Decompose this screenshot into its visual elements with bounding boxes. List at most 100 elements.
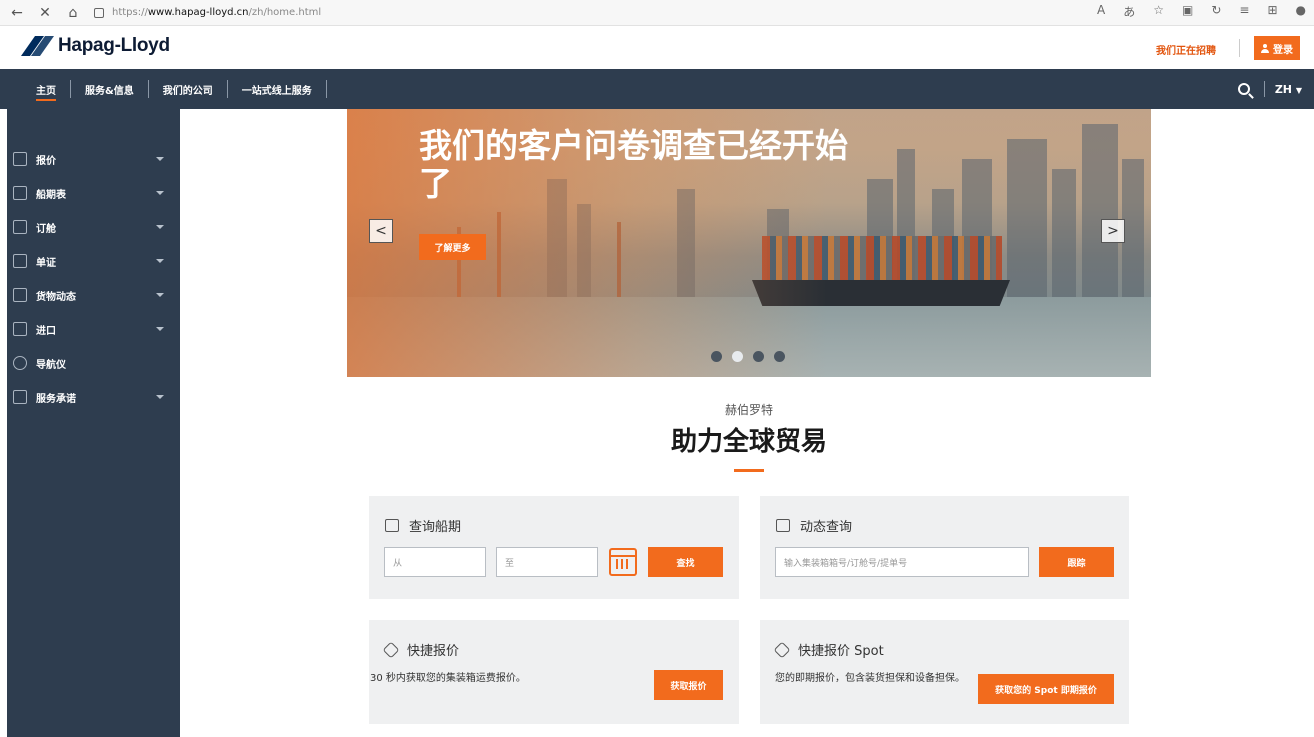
chevron-down-icon — [156, 157, 164, 161]
chevron-right-icon: > — [1107, 223, 1119, 239]
sidebar-item-documents[interactable]: 单证 — [7, 244, 180, 278]
hero-carousel[interactable]: 我们的客户问卷调查已经开始了 了解更多 < > — [347, 109, 1151, 377]
sidebar-item-label: 报价 — [36, 155, 56, 167]
card-title: 快捷报价 Spot — [773, 640, 884, 659]
chevron-down-icon — [156, 293, 164, 297]
carousel-dot[interactable] — [774, 351, 785, 362]
hero-learn-more-button[interactable]: 了解更多 — [419, 234, 486, 260]
chevron-down-icon — [156, 225, 164, 229]
nav-item-services[interactable]: 服务&信息 — [71, 82, 148, 97]
career-link[interactable]: 我们正在招聘 — [1156, 42, 1216, 57]
back-icon[interactable]: ← — [6, 2, 28, 24]
intro-subtitle: 赫伯罗特 — [724, 403, 773, 417]
read-aloud-icon[interactable]: A — [1097, 3, 1105, 20]
language-selector[interactable]: ZH ▼ — [1275, 83, 1302, 96]
skyline-building — [1122, 159, 1144, 299]
brand-logo[interactable]: Hapag-Lloyd — [20, 35, 170, 57]
chevron-down-icon: ▼ — [1295, 85, 1302, 95]
chevron-down-icon — [156, 259, 164, 263]
card-title-label: 快捷报价 — [407, 644, 460, 659]
sidebar-item-quote[interactable]: 报价 — [7, 142, 180, 176]
card-title: 查询船期 — [385, 516, 461, 535]
header-divider — [1239, 39, 1240, 57]
get-quote-button[interactable]: 获取报价 — [654, 670, 723, 700]
quick-quote-description: 30 秒内获取您的集装箱运费报价。 — [370, 673, 526, 684]
brand-name: Hapag-Lloyd — [58, 35, 170, 56]
favorite-icon[interactable]: ☆ — [1153, 3, 1164, 20]
card-title-label: 快捷报价 Spot — [798, 644, 884, 659]
nav-divider — [1263, 81, 1265, 97]
favorites-list-icon[interactable]: ≡ — [1239, 3, 1249, 20]
sidebar-item-label: 进口 — [36, 325, 56, 337]
site-header: Hapag-Lloyd 我们正在招聘 登录 — [0, 27, 1314, 69]
address-bar[interactable]: https://www.hapag-lloyd.cn/zh/home.html — [94, 7, 321, 18]
user-icon — [1261, 43, 1269, 53]
carousel-prev-button[interactable]: < — [369, 219, 393, 243]
carousel-dot[interactable] — [711, 351, 722, 362]
sidebar-item-service-promise[interactable]: 服务承诺 — [7, 380, 180, 414]
url-text[interactable]: https://www.hapag-lloyd.cn/zh/home.html — [112, 7, 321, 18]
sidebar-item-label: 导航仪 — [36, 359, 66, 371]
sidebar-item-schedule[interactable]: 船期表 — [7, 176, 180, 210]
schedule-find-button[interactable]: 查找 — [648, 547, 723, 577]
chevron-down-icon — [156, 395, 164, 399]
sidebar-item-label: 单证 — [36, 257, 56, 269]
carousel-indicators — [711, 351, 785, 362]
sidebar-item-tracking[interactable]: 货物动态 — [7, 278, 180, 312]
quick-quote-card: 快捷报价 30 秒内获取您的集装箱运费报价。 获取报价 — [369, 620, 739, 724]
sidebar-item-label: 船期表 — [36, 189, 66, 201]
service-icon — [13, 390, 27, 404]
tag-icon — [13, 152, 27, 166]
card-title-label: 动态查询 — [800, 520, 853, 535]
extension-icon[interactable]: ▣ — [1182, 3, 1193, 20]
refresh-icon[interactable]: ↻ — [1211, 3, 1221, 20]
card-title: 快捷报价 — [382, 640, 460, 659]
nav-item-home[interactable]: 主页 — [22, 82, 70, 101]
spot-quote-description: 您的即期报价，包含装货担保和设备担保。 — [775, 673, 965, 684]
sidebar-item-navigator[interactable]: 导航仪 — [7, 346, 180, 380]
calendar-icon — [385, 519, 399, 532]
tag-icon — [773, 641, 791, 658]
sidebar: 报价 船期表 订舱 单证 货物动态 进口 导航仪 服务承诺 — [7, 109, 180, 737]
tracking-input[interactable]: 输入集装箱箱号/订舱号/提单号 — [775, 547, 1029, 577]
compass-icon — [13, 356, 27, 370]
login-button[interactable]: 登录 — [1254, 36, 1300, 60]
nav-right-tools: ZH ▼ — [1237, 69, 1302, 109]
booking-icon — [13, 220, 27, 234]
carousel-dot-active[interactable] — [732, 351, 743, 362]
carousel-dot[interactable] — [753, 351, 764, 362]
carousel-next-button[interactable]: > — [1101, 219, 1125, 243]
sidebar-item-import[interactable]: 进口 — [7, 312, 180, 346]
hero-title: 我们的客户问卷调查已经开始了 — [419, 126, 848, 203]
schedule-to-input[interactable]: 至 — [496, 547, 598, 577]
profile-icon[interactable]: ● — [1296, 3, 1306, 20]
collections-icon[interactable]: ⊞ — [1267, 3, 1277, 20]
skyline-building — [1052, 169, 1076, 299]
schedule-search-card: 查询船期 从 至 查找 — [369, 496, 739, 599]
map-icon — [13, 288, 27, 302]
main-nav: 主页 服务&信息 我们的公司 一站式线上服务 ZH ▼ — [0, 69, 1314, 109]
get-spot-quote-button[interactable]: 获取您的 Spot 即期报价 — [978, 674, 1114, 704]
skyline-building — [1082, 124, 1118, 299]
sidebar-item-label: 货物动态 — [36, 291, 76, 303]
date-picker-icon[interactable] — [609, 548, 637, 576]
nav-item-company[interactable]: 我们的公司 — [149, 82, 227, 97]
sidebar-item-label: 订舱 — [36, 223, 56, 235]
login-label: 登录 — [1273, 44, 1293, 56]
browser-toolbar: ← ✕ ⌂ https://www.hapag-lloyd.cn/zh/home… — [0, 0, 1314, 26]
chevron-down-icon — [156, 191, 164, 195]
chevron-down-icon — [156, 327, 164, 331]
search-icon[interactable] — [1237, 83, 1250, 95]
sidebar-item-booking[interactable]: 订舱 — [7, 210, 180, 244]
close-icon[interactable]: ✕ — [34, 2, 56, 24]
skyline-building — [1007, 139, 1047, 299]
translate-icon[interactable]: あ — [1123, 3, 1135, 20]
tracking-button[interactable]: 跟踪 — [1039, 547, 1114, 577]
lock-icon — [94, 7, 104, 18]
nav-item-online-services[interactable]: 一站式线上服务 — [228, 82, 326, 97]
chevron-left-icon: < — [375, 223, 387, 239]
tracking-card: 动态查询 输入集装箱箱号/订舱号/提单号 跟踪 — [760, 496, 1129, 599]
import-icon — [13, 322, 27, 336]
schedule-from-input[interactable]: 从 — [384, 547, 486, 577]
home-icon[interactable]: ⌂ — [62, 2, 84, 24]
